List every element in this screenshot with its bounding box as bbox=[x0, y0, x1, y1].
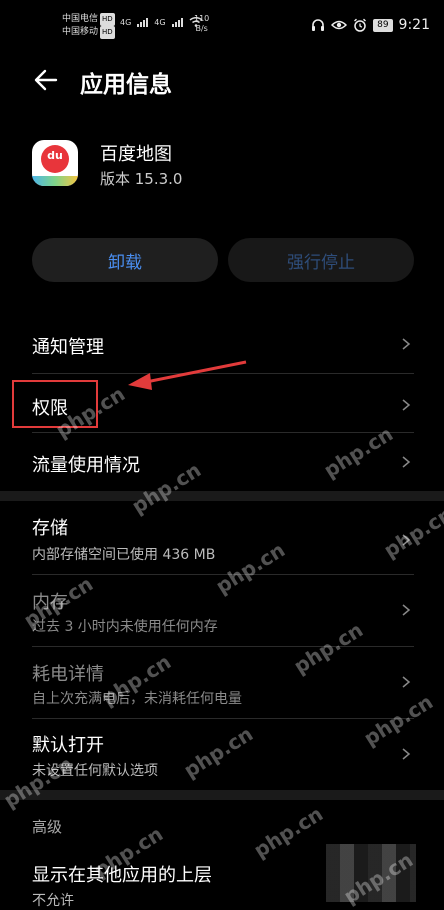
signal-bars-icon bbox=[137, 18, 149, 27]
section-separator bbox=[0, 491, 444, 501]
carrier-1: 中国电信 bbox=[62, 14, 99, 24]
list-item-battery[interactable]: 耗电详情 自上次充满电后，未消耗任何电量 bbox=[0, 656, 444, 714]
list-item-label: 存储 bbox=[32, 518, 68, 539]
app-bar: 应用信息 bbox=[0, 58, 444, 102]
speed-unit: B/s bbox=[195, 24, 208, 33]
network-type-2: 4G bbox=[154, 18, 166, 27]
divider bbox=[32, 646, 414, 647]
divider bbox=[32, 432, 414, 433]
chevron-right-icon bbox=[402, 748, 411, 760]
status-bar: 中国电信 HD 中国移动 HD 4G 4G 110 B/s 89 9:21 bbox=[0, 0, 444, 46]
chevron-right-icon bbox=[402, 338, 411, 350]
watermark: php.cn bbox=[249, 801, 328, 863]
battery-icon: 89 bbox=[373, 18, 393, 32]
signal-icons: 4G 4G bbox=[120, 16, 203, 27]
clock: 9:21 bbox=[398, 17, 430, 33]
page-title: 应用信息 bbox=[80, 72, 172, 98]
list-item-label: 流量使用情况 bbox=[32, 455, 140, 476]
section-separator bbox=[0, 790, 444, 800]
alarm-icon bbox=[354, 18, 367, 32]
chevron-right-icon bbox=[402, 676, 411, 688]
network-speed: 110 B/s bbox=[194, 14, 209, 34]
list-item-label: 默认打开 bbox=[32, 735, 104, 756]
speed-value: 110 bbox=[194, 14, 210, 23]
app-version: 版本 15.3.0 bbox=[100, 170, 183, 188]
eye-icon bbox=[331, 20, 348, 30]
carrier-info: 中国电信 HD 中国移动 HD bbox=[62, 13, 115, 39]
status-right: 89 9:21 bbox=[311, 17, 430, 33]
uninstall-button[interactable]: 卸载 bbox=[32, 238, 218, 282]
headphones-icon bbox=[312, 19, 325, 31]
section-header-advanced: 高级 bbox=[32, 818, 63, 836]
list-item-subtitle: 不允许 bbox=[32, 893, 74, 909]
app-info: du 百度地图 版本 15.3.0 bbox=[32, 138, 412, 192]
chevron-right-icon bbox=[402, 399, 411, 411]
force-stop-button[interactable]: 强行停止 bbox=[228, 238, 414, 282]
hd-badge-2: HD bbox=[100, 26, 115, 39]
app-name: 百度地图 bbox=[100, 144, 172, 165]
carrier-2: 中国移动 bbox=[62, 27, 99, 37]
annotation-arrow-icon bbox=[128, 360, 247, 390]
app-icon-label: du bbox=[47, 149, 63, 162]
back-arrow-icon[interactable] bbox=[30, 64, 62, 96]
list-item-storage[interactable]: 存储 内部存储空间已使用 436 MB bbox=[0, 510, 444, 568]
list-item-label: 通知管理 bbox=[32, 337, 104, 358]
list-item-subtitle: 过去 3 小时内未使用任何内存 bbox=[32, 619, 218, 635]
baidu-map-app-icon: du bbox=[32, 140, 78, 186]
list-item-subtitle: 内部存储空间已使用 436 MB bbox=[32, 547, 216, 563]
network-type-1: 4G bbox=[120, 18, 132, 27]
chevron-right-icon bbox=[402, 456, 411, 468]
divider bbox=[32, 718, 414, 719]
signal-bars-icon-2 bbox=[171, 18, 183, 27]
hd-badge-1: HD bbox=[100, 13, 115, 26]
chevron-right-icon bbox=[402, 604, 411, 616]
list-item-label: 耗电详情 bbox=[32, 664, 104, 685]
